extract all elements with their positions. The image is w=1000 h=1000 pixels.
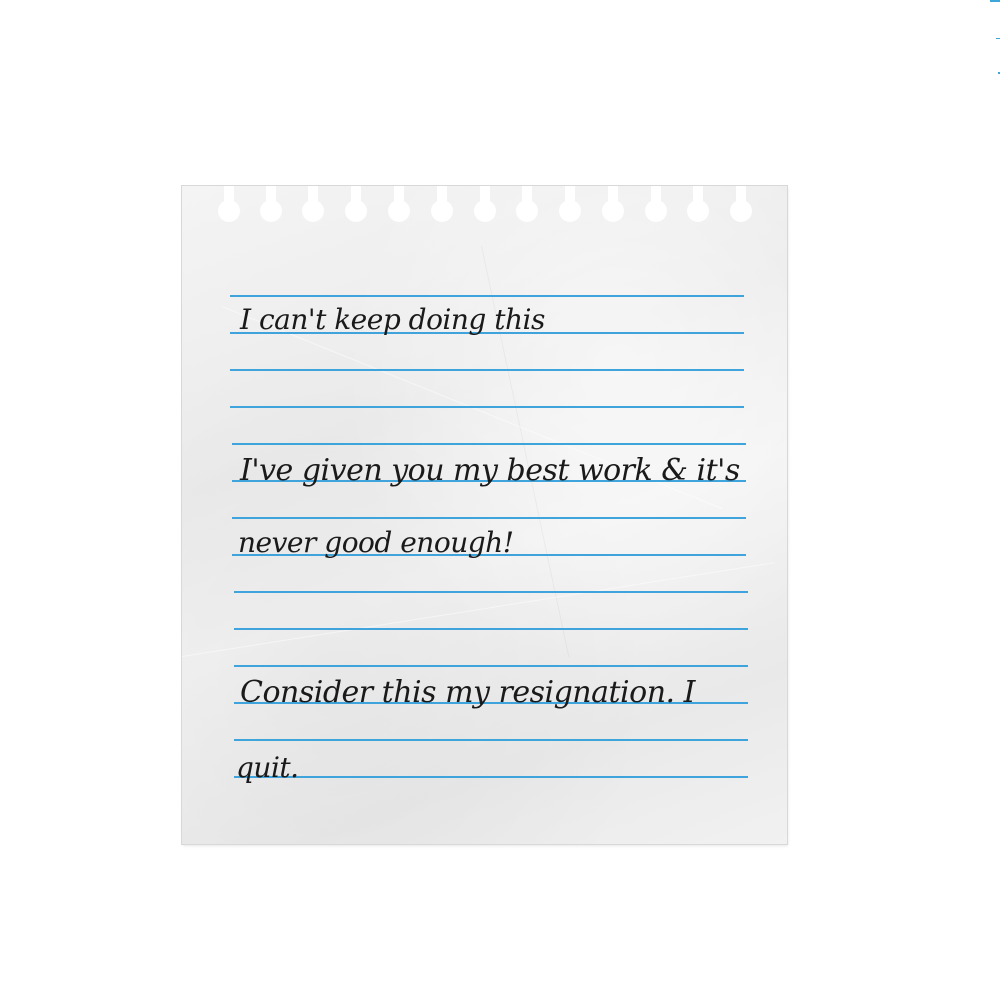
- ruled-line: [234, 628, 748, 630]
- handwritten-line: I've given you my best work & it's: [240, 453, 740, 488]
- handwritten-line: I can't keep doing this: [240, 303, 545, 336]
- canvas: I can't keep doing this I've given you m…: [0, 0, 1000, 1000]
- ruled-line: [232, 517, 746, 519]
- handwritten-line: quit.: [236, 751, 299, 784]
- torn-spiral-holes: [182, 186, 787, 226]
- punch-hole: [345, 200, 367, 222]
- ruled-line: [230, 369, 744, 371]
- punch-hole: [302, 200, 324, 222]
- ruled-line: [232, 443, 746, 445]
- punch-hole: [388, 200, 410, 222]
- punch-hole: [260, 200, 282, 222]
- punch-hole: [645, 200, 667, 222]
- punch-hole: [602, 200, 624, 222]
- ruled-line: [234, 665, 748, 667]
- punch-hole: [559, 200, 581, 222]
- ruled-line: [230, 406, 744, 408]
- corner-mark: [996, 38, 1000, 39]
- punch-hole: [730, 200, 752, 222]
- paper-crease: [182, 562, 775, 657]
- ruled-line: [230, 295, 744, 297]
- punch-hole: [218, 200, 240, 222]
- punch-hole: [431, 200, 453, 222]
- punch-hole: [474, 200, 496, 222]
- ruled-line: [234, 739, 748, 741]
- punch-hole: [687, 200, 709, 222]
- punch-hole: [516, 200, 538, 222]
- handwritten-line: never good enough!: [238, 526, 514, 559]
- ruled-line: [234, 591, 748, 593]
- handwritten-line: Consider this my resignation. I: [240, 675, 695, 710]
- corner-mark: [990, 0, 1000, 2]
- torn-notebook-page: I can't keep doing this I've given you m…: [182, 186, 787, 844]
- ruled-line: [234, 776, 748, 778]
